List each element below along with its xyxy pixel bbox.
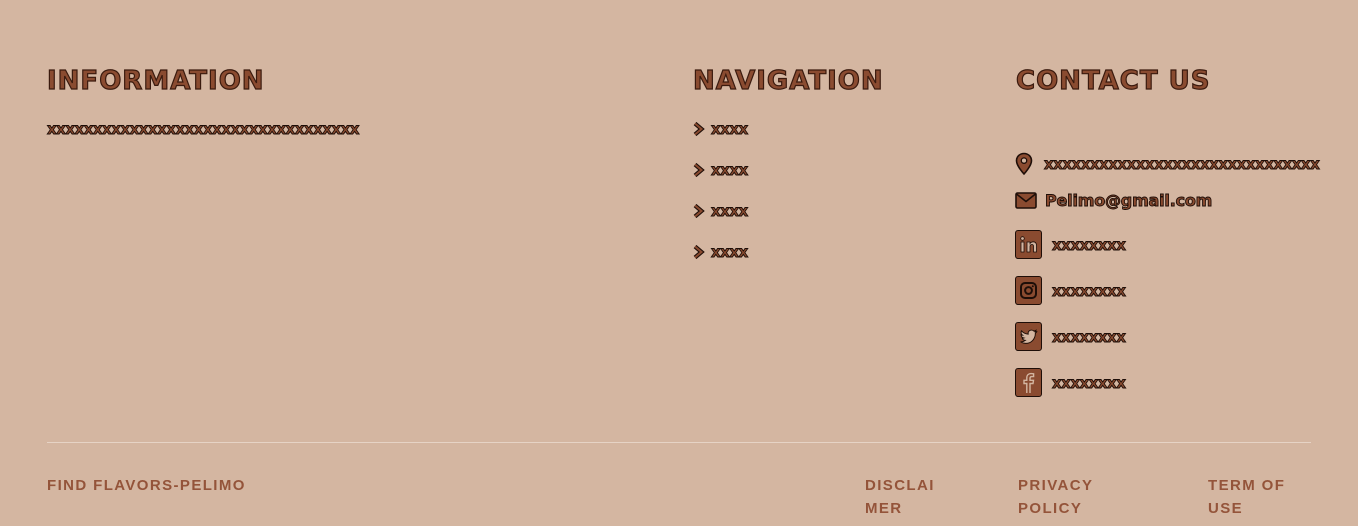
- terms-link-line2[interactable]: USE: [1208, 497, 1285, 520]
- footer-divider: [47, 442, 1311, 443]
- chevron-right-icon: [693, 163, 705, 177]
- chevron-right-icon: [693, 204, 705, 218]
- nav-item[interactable]: xxxx: [693, 118, 749, 159]
- nav-item-label[interactable]: xxxx: [711, 241, 749, 263]
- terms-link-line1[interactable]: TERM OF: [1208, 474, 1285, 497]
- twitter-icon[interactable]: [1015, 322, 1042, 351]
- navigation-list: xxxx xxxx xxxx xxxx: [693, 118, 749, 282]
- instagram-icon[interactable]: [1015, 276, 1042, 305]
- privacy-policy-link[interactable]: PRIVACY POLICY: [1018, 474, 1093, 520]
- social-label[interactable]: xxxxxxxx: [1052, 373, 1127, 392]
- chevron-right-icon: [693, 122, 705, 136]
- information-heading: INFORMATION: [46, 65, 265, 96]
- nav-item[interactable]: xxxx: [693, 241, 749, 282]
- facebook-icon[interactable]: [1015, 368, 1042, 397]
- social-label[interactable]: xxxxxxxx: [1052, 281, 1127, 300]
- email-link[interactable]: Pelimo@gmail.com: [1045, 191, 1213, 211]
- nav-item-label[interactable]: xxxx: [711, 200, 749, 222]
- nav-item-label[interactable]: xxxx: [711, 159, 749, 181]
- nav-item-label[interactable]: xxxx: [711, 118, 749, 140]
- contact-email[interactable]: Pelimo@gmail.com: [1015, 191, 1213, 211]
- information-text: xxxxxxxxxxxxxxxxxxxxxxxxxxxxxxxxxx: [47, 120, 360, 139]
- footer-brand: FIND FLAVORS-PELIMO: [47, 477, 246, 494]
- privacy-link-line1[interactable]: PRIVACY: [1018, 474, 1093, 497]
- social-item-linkedin[interactable]: xxxxxxxx: [1015, 230, 1127, 259]
- linkedin-icon[interactable]: [1015, 230, 1042, 259]
- social-label[interactable]: xxxxxxxx: [1052, 235, 1127, 254]
- navigation-heading: NAVIGATION: [692, 65, 884, 96]
- social-item-instagram[interactable]: xxxxxxxx: [1015, 276, 1127, 305]
- privacy-link-line2[interactable]: POLICY: [1018, 497, 1093, 520]
- social-item-facebook[interactable]: xxxxxxxx: [1015, 368, 1127, 397]
- disclaimer-link[interactable]: DISCLAI MER: [865, 474, 935, 520]
- envelope-icon: [1015, 192, 1037, 209]
- disclaimer-link-line2[interactable]: MER: [865, 497, 935, 520]
- social-label[interactable]: xxxxxxxx: [1052, 327, 1127, 346]
- address-text: xxxxxxxxxxxxxxxxxxxxxxxxxxxxxx: [1044, 155, 1321, 174]
- nav-item[interactable]: xxxx: [693, 200, 749, 241]
- chevron-right-icon: [693, 245, 705, 259]
- map-pin-icon: [1015, 152, 1033, 176]
- terms-of-use-link[interactable]: TERM OF USE: [1208, 474, 1285, 520]
- social-item-twitter[interactable]: xxxxxxxx: [1015, 322, 1127, 351]
- contact-heading: CONTACT US: [1015, 65, 1211, 96]
- contact-address: xxxxxxxxxxxxxxxxxxxxxxxxxxxxxx: [1015, 152, 1321, 176]
- disclaimer-link-line1[interactable]: DISCLAI: [865, 474, 935, 497]
- nav-item[interactable]: xxxx: [693, 159, 749, 200]
